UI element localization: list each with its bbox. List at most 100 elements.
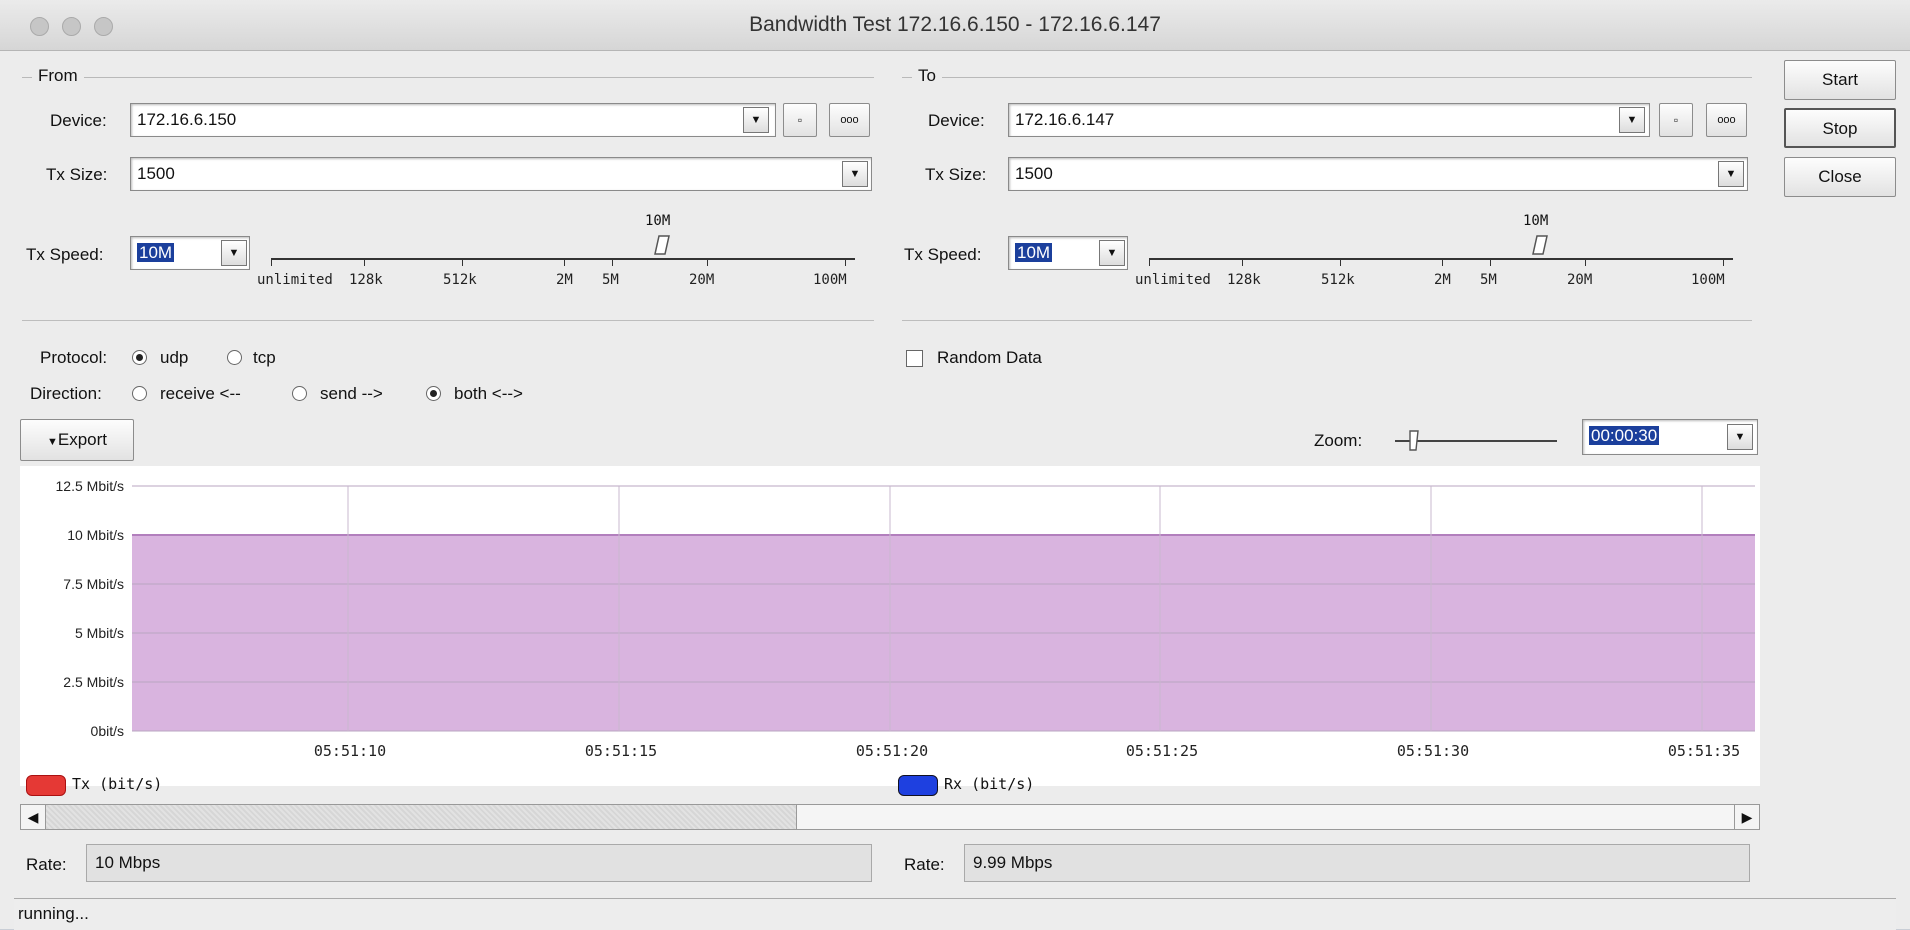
slider-tick-label: 20M <box>689 272 715 288</box>
from-device-label: Device: <box>50 111 107 130</box>
tx-legend-swatch <box>26 775 66 796</box>
slider-tick-label: unlimited <box>257 272 333 288</box>
scroll-right-icon[interactable]: ▶ <box>1734 805 1759 829</box>
from-divider <box>22 320 874 321</box>
direction-both-radio[interactable] <box>426 386 441 401</box>
slider-tick-label: 5M <box>602 272 619 288</box>
x-tick-label: 05:51:25 <box>1126 742 1198 760</box>
tx-rate-label: Rate: <box>26 855 67 874</box>
bandwidth-chart-svg: 12.5 Mbit/s 10 Mbit/s 7.5 Mbit/s 5 Mbit/s 2.… <box>56 478 1755 760</box>
from-device-dropdown-icon[interactable]: ▼ <box>743 107 769 133</box>
from-tx-speed-label: Tx Speed: <box>26 245 104 264</box>
zoom-slider[interactable] <box>1395 430 1557 458</box>
scrollbar-thumb[interactable] <box>796 805 1735 829</box>
export-caret-icon: ▼ <box>46 436 58 448</box>
slider-tick <box>707 258 708 266</box>
rx-rate-value: 9.99 Mbps <box>964 844 1750 882</box>
scroll-left-icon[interactable]: ◀ <box>21 805 46 829</box>
x-tick-label: 05:51:10 <box>314 742 386 760</box>
slider-tick <box>1490 258 1491 266</box>
slider-tick-label: 100M <box>1691 272 1725 288</box>
from-tx-speed-dropdown-icon[interactable]: ▼ <box>221 240 247 266</box>
to-slider-track <box>1149 258 1733 260</box>
close-button[interactable]: Close <box>1784 157 1896 197</box>
y-tick-label: 7.5 Mbit/s <box>63 576 124 592</box>
tx-rate-value: 10 Mbps <box>86 844 872 882</box>
slider-tick <box>612 258 613 266</box>
to-device-small-button[interactable]: ▫ <box>1659 103 1693 137</box>
slider-tick-label: 20M <box>1567 272 1593 288</box>
direction-label: Direction: <box>30 384 102 403</box>
chart-scrollbar[interactable]: ◀ ▶ <box>20 804 1760 830</box>
to-tx-size-label: Tx Size: <box>925 165 987 184</box>
slider-tick-label: 128k <box>1227 272 1261 288</box>
rx-legend-swatch <box>898 775 938 796</box>
from-tx-speed-value: 10M <box>137 243 175 262</box>
slider-tick-label: 512k <box>1321 272 1355 288</box>
slider-tick-label: 5M <box>1480 272 1497 288</box>
slider-tick <box>462 258 463 266</box>
from-speed-slider[interactable]: 10M unlimited 128k 512k 2M 5M 20M 100M <box>257 213 855 298</box>
from-tx-size-dropdown-icon[interactable]: ▼ <box>842 161 868 187</box>
to-slider-marker-label: 10M <box>1523 213 1549 229</box>
tx-legend-label: Tx (bit/s) <box>72 775 163 793</box>
from-group: From <box>22 66 874 86</box>
y-tick-label: 10 Mbit/s <box>67 527 124 543</box>
status-bar: running... <box>14 898 1896 930</box>
random-data-label: Random Data <box>937 348 1042 367</box>
slider-tick-label: 2M <box>556 272 573 288</box>
to-speed-slider[interactable]: 10M unlimited 128k 512k 2M 5M 20M 100M <box>1135 213 1733 298</box>
from-tx-size-label: Tx Size: <box>46 165 108 184</box>
to-tx-size-input[interactable]: 1500 <box>1008 157 1748 191</box>
x-tick-label: 05:51:15 <box>585 742 657 760</box>
zoom-slider-thumb-icon[interactable] <box>1407 430 1421 452</box>
from-tx-size-input[interactable]: 1500 <box>130 157 872 191</box>
slider-tick-label: 100M <box>813 272 847 288</box>
to-device-browse-button[interactable]: ooo <box>1706 103 1747 137</box>
direction-receive-label: receive <-- <box>160 384 241 403</box>
title-bar: Bandwidth Test 172.16.6.150 - 172.16.6.1… <box>0 0 1910 51</box>
to-divider <box>902 320 1752 321</box>
slider-tick <box>1442 258 1443 266</box>
from-device-input[interactable]: 172.16.6.150 <box>130 103 776 137</box>
rx-legend-label: Rx (bit/s) <box>944 775 1035 793</box>
export-button[interactable]: ▼Export <box>20 419 134 461</box>
to-tx-speed-dropdown-icon[interactable]: ▼ <box>1099 240 1125 266</box>
x-tick-label: 05:51:20 <box>856 742 928 760</box>
from-slider-track <box>271 258 855 260</box>
to-device-dropdown-icon[interactable]: ▼ <box>1619 107 1645 133</box>
export-label: Export <box>57 430 108 449</box>
x-tick-label: 05:51:30 <box>1397 742 1469 760</box>
slider-tick-label: 128k <box>349 272 383 288</box>
stop-button[interactable]: Stop <box>1784 108 1896 148</box>
slider-tick <box>1585 258 1586 266</box>
slider-tick <box>1723 258 1724 266</box>
protocol-udp-radio[interactable] <box>132 350 147 365</box>
zoom-dropdown-icon[interactable]: ▼ <box>1727 424 1753 450</box>
direction-send-radio[interactable] <box>292 386 307 401</box>
from-slider-thumb-icon[interactable] <box>651 234 675 258</box>
y-tick-label: 0bit/s <box>91 723 124 739</box>
to-device-input[interactable]: 172.16.6.147 <box>1008 103 1650 137</box>
from-device-browse-button[interactable]: ooo <box>829 103 870 137</box>
to-tx-size-dropdown-icon[interactable]: ▼ <box>1718 161 1744 187</box>
protocol-tcp-label: tcp <box>253 348 276 367</box>
slider-tick-label: 2M <box>1434 272 1451 288</box>
protocol-udp-label: udp <box>160 348 189 367</box>
slider-tick <box>1340 258 1341 266</box>
rx-rate-label: Rate: <box>904 855 945 874</box>
slider-tick <box>271 258 272 266</box>
slider-tick <box>845 258 846 266</box>
start-button[interactable]: Start <box>1784 60 1896 100</box>
status-text: running... <box>18 904 89 923</box>
from-device-small-button[interactable]: ▫ <box>783 103 817 137</box>
protocol-tcp-radio[interactable] <box>227 350 242 365</box>
direction-receive-radio[interactable] <box>132 386 147 401</box>
from-slider-marker-label: 10M <box>645 213 671 229</box>
random-data-checkbox[interactable] <box>906 350 923 367</box>
to-device-label: Device: <box>928 111 985 130</box>
from-group-label: From <box>32 66 84 86</box>
to-slider-thumb-icon[interactable] <box>1529 234 1553 258</box>
direction-both-label: both <--> <box>454 384 523 403</box>
bandwidth-chart: 12.5 Mbit/s 10 Mbit/s 7.5 Mbit/s 5 Mbit/s 2.… <box>20 466 1760 786</box>
